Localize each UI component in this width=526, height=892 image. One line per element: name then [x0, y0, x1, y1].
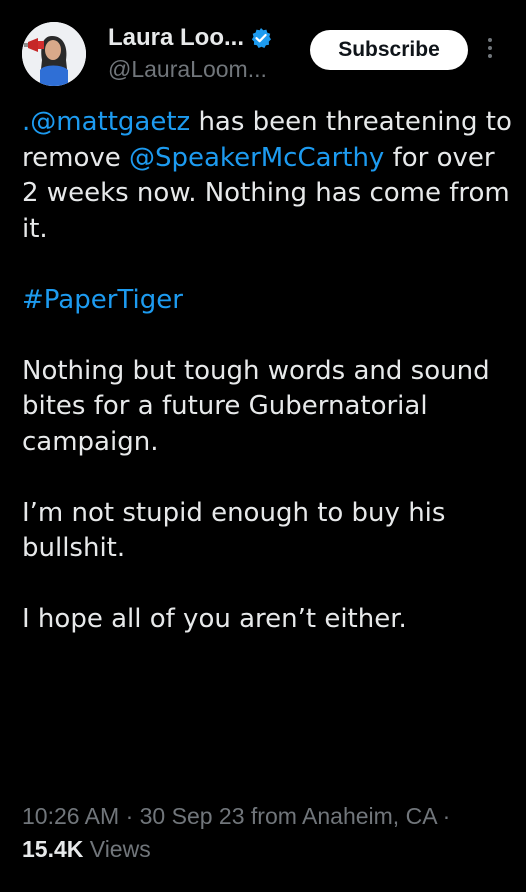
hashtag-papertiger[interactable]: #PaperTiger	[22, 285, 183, 315]
mention-mattgaetz[interactable]: .@mattgaetz	[22, 107, 190, 137]
avatar[interactable]	[22, 22, 86, 86]
tweet-header: Laura Loo... @LauraLoom... Subscribe	[0, 0, 526, 100]
tweet-paragraph-4: I’m not stupid enough to buy his bullshi…	[22, 497, 446, 564]
tweet-paragraph-5: I hope all of you aren’t either.	[22, 604, 407, 634]
tweet-location: from Anaheim, CA	[244, 803, 437, 829]
separator: ·	[436, 803, 451, 829]
author-name-row[interactable]: Laura Loo...	[108, 24, 272, 52]
tweet-text: .@mattgaetz has been threatening to remo…	[22, 105, 512, 638]
tweet-date[interactable]: 30 Sep 23	[140, 803, 245, 829]
views-count[interactable]: 15.4K	[22, 836, 83, 862]
verified-badge-icon	[250, 27, 272, 49]
display-name[interactable]: Laura Loo...	[108, 24, 244, 52]
tweet-time[interactable]: 10:26 AM	[22, 803, 119, 829]
tweet-paragraph-1: .@mattgaetz has been threatening to remo…	[22, 105, 512, 247]
views-label: Views	[83, 836, 151, 862]
more-options-icon[interactable]	[482, 34, 498, 66]
tweet-paragraph-2: #PaperTiger	[22, 283, 512, 319]
profile-photo-icon	[22, 22, 86, 86]
tweet-paragraph-3: Nothing but tough words and sound bites …	[22, 355, 490, 457]
subscribe-button[interactable]: Subscribe	[310, 30, 468, 70]
author-handle[interactable]: @LauraLoom...	[108, 56, 267, 83]
tweet-metadata: 10:26 AM · 30 Sep 23 from Anaheim, CA · …	[22, 800, 512, 866]
mention-speakermccarthy[interactable]: @SpeakerMcCarthy	[129, 143, 384, 173]
separator: ·	[119, 803, 140, 829]
